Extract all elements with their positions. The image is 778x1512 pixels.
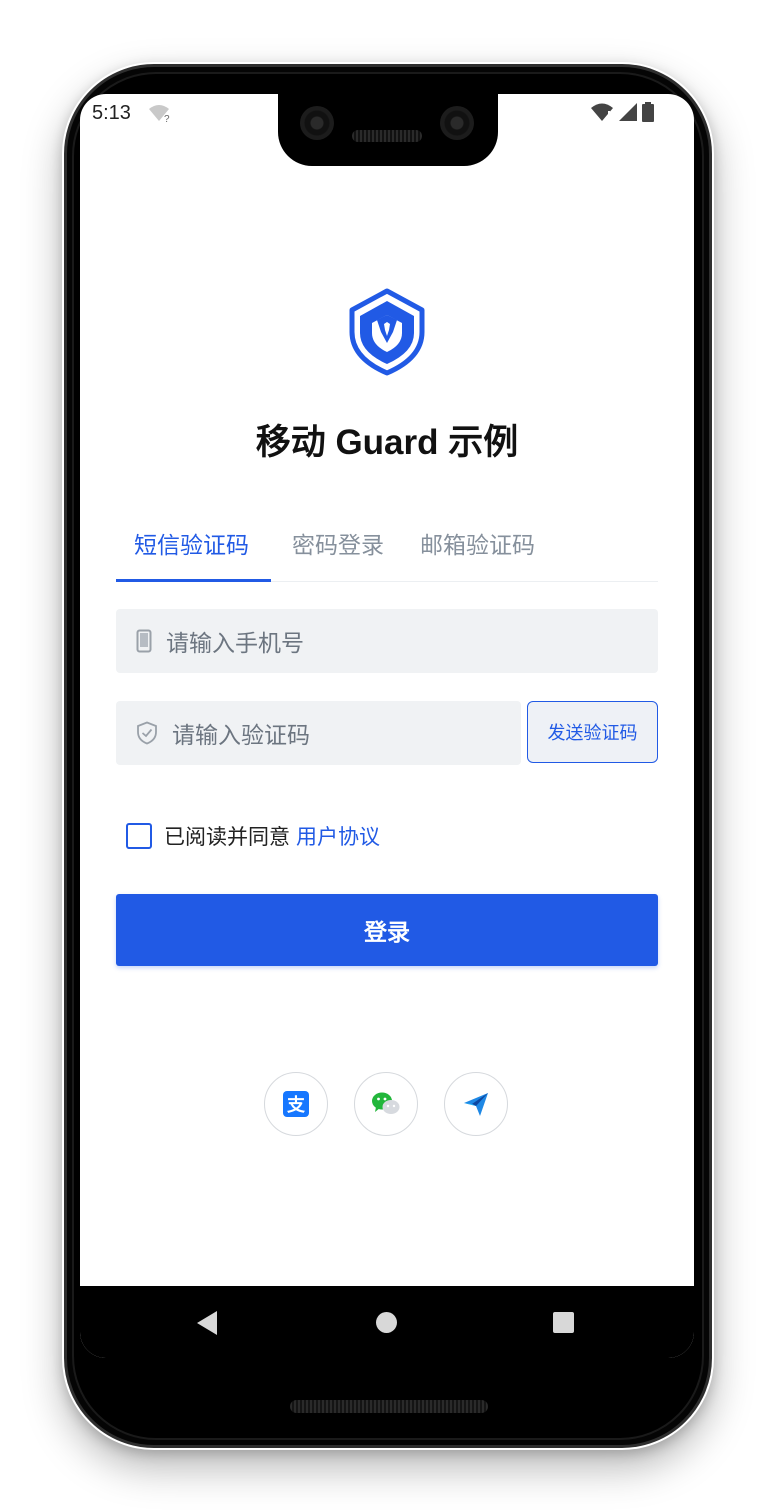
recents-icon[interactable] bbox=[553, 1312, 574, 1333]
home-icon[interactable] bbox=[376, 1312, 397, 1333]
status-time: 5:13 bbox=[92, 102, 131, 124]
svg-text:?: ? bbox=[164, 114, 170, 124]
phone-input[interactable]: 请输入手机号 bbox=[116, 609, 658, 673]
wechat-login-button[interactable] bbox=[354, 1072, 418, 1136]
alipay-login-button[interactable]: 支 bbox=[264, 1072, 328, 1136]
front-camera-icon bbox=[300, 106, 334, 140]
tab-email-code[interactable]: 邮箱验证码 bbox=[420, 526, 535, 560]
battery-icon bbox=[642, 102, 654, 122]
wechat-icon bbox=[372, 1092, 400, 1114]
login-method-tabs: 短信验证码 密码登录 邮箱验证码 bbox=[116, 518, 658, 582]
wifi-icon bbox=[591, 103, 613, 121]
shield-check-icon bbox=[137, 721, 157, 745]
agreement-text: 已阅读并同意 bbox=[164, 825, 290, 849]
code-input-placeholder: 请输入验证码 bbox=[172, 723, 310, 749]
wifi-unknown-icon: ? bbox=[149, 105, 170, 124]
device-speaker-grille bbox=[290, 1400, 488, 1413]
camera-notch bbox=[278, 94, 498, 166]
status-icons bbox=[590, 102, 654, 122]
feishu-icon bbox=[464, 1093, 488, 1116]
tab-password[interactable]: 密码登录 bbox=[292, 526, 384, 560]
send-code-button[interactable]: 发送验证码 bbox=[527, 701, 658, 763]
back-icon[interactable] bbox=[197, 1311, 217, 1335]
app-title: 移动 Guard 示例 bbox=[255, 423, 519, 462]
phone-icon bbox=[136, 629, 152, 653]
phone-screen: 5:13 ? 移动 Guard 示例 短信验证码 密码登录 邮箱验证码 请输入手… bbox=[80, 94, 694, 1358]
feishu-login-button[interactable] bbox=[444, 1072, 508, 1136]
guard-shield-logo-icon bbox=[349, 288, 425, 376]
agreement-checkbox[interactable] bbox=[126, 823, 152, 849]
front-sensor-icon bbox=[440, 106, 474, 140]
earpiece-speaker bbox=[352, 130, 422, 142]
alipay-glyph: 支 bbox=[286, 1094, 306, 1116]
agreement-row: 已阅读并同意 用户协议 bbox=[126, 821, 380, 851]
navigation-bar bbox=[80, 1286, 694, 1358]
alipay-icon: 支 bbox=[283, 1091, 309, 1117]
login-button[interactable]: 登录 bbox=[116, 894, 658, 966]
signal-icon bbox=[619, 103, 637, 121]
active-tab-indicator bbox=[116, 579, 271, 582]
tab-sms-code[interactable]: 短信验证码 bbox=[134, 526, 249, 560]
verification-code-input[interactable]: 请输入验证码 bbox=[116, 701, 521, 765]
phone-input-placeholder: 请输入手机号 bbox=[166, 631, 304, 657]
user-agreement-link[interactable]: 用户协议 bbox=[296, 821, 380, 851]
